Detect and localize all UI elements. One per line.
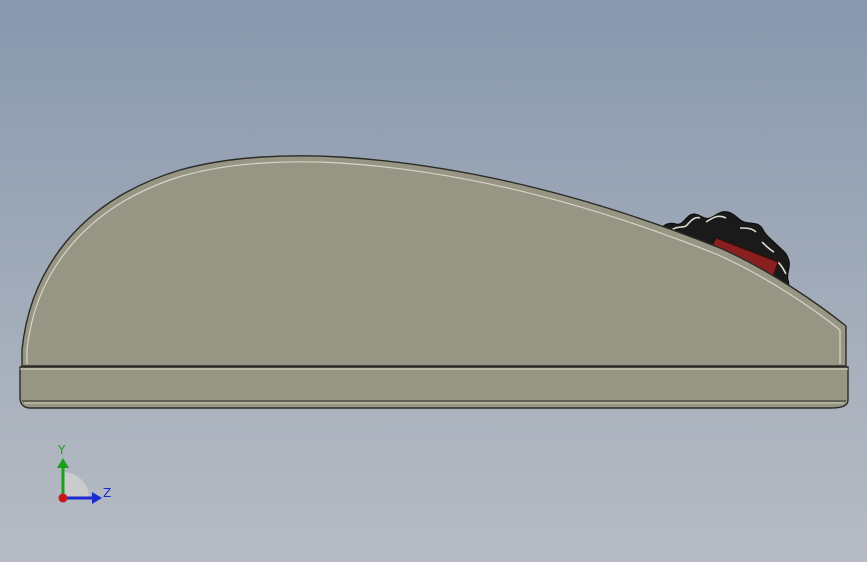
mouse-base[interactable]: [19, 366, 849, 409]
z-axis-label: Z: [103, 486, 112, 500]
mouse-upper-shell[interactable]: [21, 155, 847, 367]
model-view[interactable]: [0, 0, 867, 562]
triad-graphic: [57, 458, 102, 504]
x-axis-dot: [58, 493, 68, 503]
triad-quadrant: [63, 472, 89, 498]
z-axis-arrowhead: [92, 492, 102, 504]
view-orientation-triad: Y Z: [40, 438, 120, 518]
y-axis-arrowhead: [57, 458, 69, 468]
graphics-viewport[interactable]: Y Z: [0, 0, 867, 562]
y-axis-label: Y: [58, 443, 66, 457]
